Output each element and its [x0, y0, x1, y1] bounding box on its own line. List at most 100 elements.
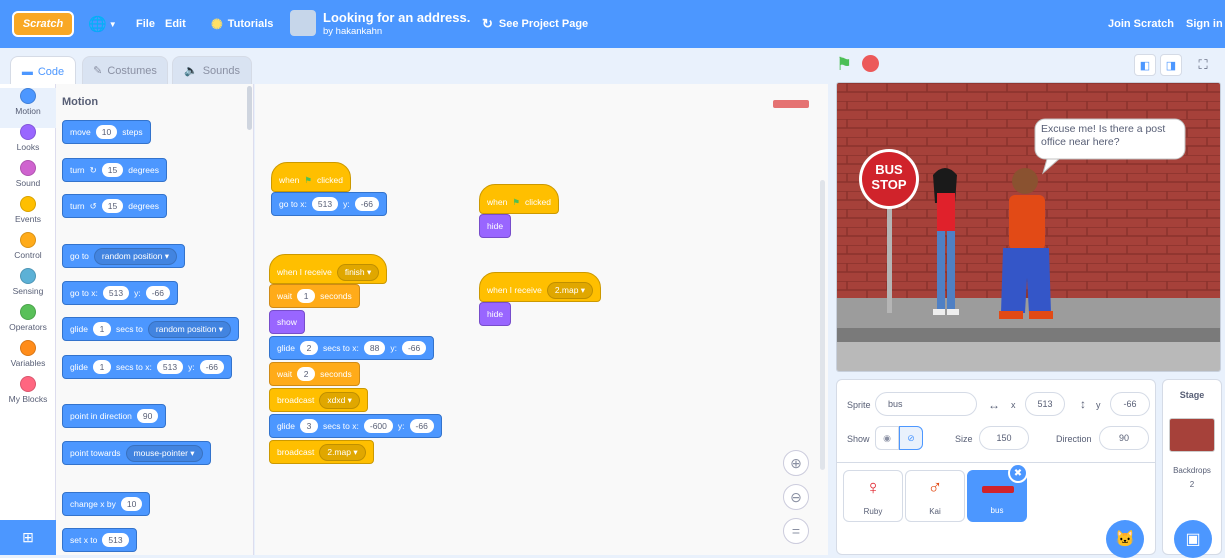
block-input[interactable]: 513: [102, 286, 130, 300]
palette-scrollbar[interactable]: [247, 86, 252, 130]
sprite-name-field[interactable]: bus: [875, 392, 977, 416]
block-point-towards[interactable]: point towards mouse-pointer ▾: [62, 441, 211, 465]
block-dropdown[interactable]: 2.map ▾: [319, 443, 366, 461]
sign-in-link[interactable]: Sign in: [1186, 0, 1223, 48]
choose-backdrop-button[interactable]: ▣: [1174, 520, 1212, 558]
block-input[interactable]: 15: [101, 163, 124, 177]
see-project-page-button[interactable]: ↻ See Project Page: [482, 0, 588, 48]
size-field[interactable]: 150: [979, 426, 1029, 450]
zoom-out-button[interactable]: ⊖: [783, 484, 809, 510]
block-glide-xy[interactable]: glide 2 secs to x: 88 y: -66: [269, 336, 435, 360]
green-flag-icon[interactable]: ⚑: [836, 54, 856, 74]
tutorials-menu[interactable]: ✺ Tutorials: [211, 0, 273, 48]
block-input[interactable]: 10: [120, 497, 143, 511]
block-dropdown[interactable]: 2.map ▾: [546, 281, 594, 299]
zoom-in-button[interactable]: ⊕: [783, 450, 809, 476]
scratch-logo[interactable]: Scratch: [12, 11, 74, 37]
block-wait[interactable]: wait 2 seconds: [269, 362, 360, 386]
block-dropdown[interactable]: finish ▾: [336, 263, 380, 281]
block-input[interactable]: 88: [363, 341, 386, 355]
add-extension-button[interactable]: ⊞: [0, 520, 56, 555]
category-control[interactable]: Control: [0, 232, 56, 272]
block-input[interactable]: 90: [136, 409, 159, 423]
block-wait[interactable]: wait 1 seconds: [269, 284, 360, 308]
block-point-in-direction[interactable]: point in direction 90: [62, 404, 167, 428]
category-motion[interactable]: Motion: [0, 88, 56, 128]
direction-field[interactable]: 90: [1099, 426, 1149, 450]
block-input[interactable]: 513: [102, 533, 129, 547]
fullscreen-button[interactable]: ⛶: [1192, 54, 1214, 76]
block-hide[interactable]: hide: [479, 214, 512, 238]
block-dropdown[interactable]: xdxd ▾: [319, 391, 360, 409]
show-hidden-button[interactable]: ⊘: [899, 426, 923, 450]
block-set-x[interactable]: set x to 513: [62, 528, 137, 552]
block-dropdown[interactable]: random position ▾: [147, 320, 232, 338]
stage-canvas[interactable]: BUS STOP Excuse me! Is there a post offi…: [836, 82, 1221, 372]
stop-icon[interactable]: [862, 55, 879, 72]
block-input[interactable]: -66: [354, 197, 379, 211]
tab-code[interactable]: ▬ Code: [10, 56, 76, 86]
zoom-reset-button[interactable]: =: [783, 518, 809, 544]
large-stage-button[interactable]: ◨: [1160, 54, 1182, 76]
x-field[interactable]: 513: [1025, 392, 1065, 416]
file-menu[interactable]: File: [136, 0, 155, 48]
script-area[interactable]: when ⚑ clicked go to x: 513 y: -66 when ⚑ click…: [255, 84, 828, 555]
tab-sounds[interactable]: 🔈 Sounds: [172, 56, 252, 84]
sprite-tile-kai[interactable]: ♂ Kai: [905, 470, 965, 522]
category-events[interactable]: Events: [0, 196, 56, 236]
block-when-flag-clicked[interactable]: when ⚑ clicked: [271, 162, 351, 192]
block-glide[interactable]: glide 1 secs to random position ▾: [62, 317, 240, 341]
block-input[interactable]: 3: [299, 419, 318, 433]
category-operators[interactable]: Operators: [0, 304, 56, 344]
show-visible-button[interactable]: ◉: [875, 426, 899, 450]
small-stage-button[interactable]: ◧: [1134, 54, 1156, 76]
join-scratch-link[interactable]: Join Scratch: [1108, 0, 1174, 48]
block-hide[interactable]: hide: [479, 302, 512, 326]
block-input[interactable]: -66: [145, 286, 170, 300]
category-sensing[interactable]: Sensing: [0, 268, 56, 308]
block-turn-left[interactable]: turn ↺ 15 degrees: [62, 194, 167, 218]
project-title[interactable]: Looking for an address.: [323, 10, 470, 25]
edit-menu[interactable]: Edit: [165, 0, 186, 48]
block-glide-xy[interactable]: glide 1 secs to x: 513 y: -66: [62, 355, 232, 379]
block-turn-right[interactable]: turn ↻ 15 degrees: [62, 158, 167, 182]
delete-sprite-button[interactable]: ✖: [1008, 463, 1028, 483]
block-input[interactable]: 1: [92, 360, 111, 374]
project-author[interactable]: by hakankahn: [323, 26, 382, 37]
block-move[interactable]: move 10 steps: [62, 120, 151, 144]
block-input[interactable]: 513: [311, 197, 339, 211]
block-input[interactable]: -66: [409, 419, 434, 433]
category-my-blocks[interactable]: My Blocks: [0, 376, 56, 416]
block-change-x[interactable]: change x by 10: [62, 492, 151, 516]
block-input[interactable]: 1: [92, 322, 111, 336]
tab-costumes[interactable]: ✎ Costumes: [82, 56, 168, 84]
block-input[interactable]: 15: [101, 199, 124, 213]
block-when-flag-clicked[interactable]: when ⚑ clicked: [479, 184, 559, 214]
category-sound[interactable]: Sound: [0, 160, 56, 200]
block-input[interactable]: 2: [299, 341, 318, 355]
choose-sprite-button[interactable]: 🐱: [1106, 520, 1144, 558]
block-input[interactable]: -600: [363, 419, 393, 433]
language-menu[interactable]: 🌐 ▼: [88, 0, 117, 48]
block-when-i-receive[interactable]: when I receive finish ▾: [269, 254, 388, 284]
block-input[interactable]: 2: [297, 367, 316, 381]
block-go-to[interactable]: go to random position ▾: [62, 244, 186, 268]
block-broadcast[interactable]: broadcast 2.map ▾: [269, 440, 374, 464]
block-input[interactable]: 513: [156, 360, 184, 374]
block-show[interactable]: show: [269, 310, 305, 334]
block-input[interactable]: 10: [95, 125, 118, 139]
block-glide-xy[interactable]: glide 3 secs to x: -600 y: -66: [269, 414, 442, 438]
category-looks[interactable]: Looks: [0, 124, 56, 164]
block-dropdown[interactable]: random position ▾: [93, 247, 178, 265]
script-scrollbar[interactable]: [820, 180, 825, 470]
block-input[interactable]: 1: [297, 289, 316, 303]
y-field[interactable]: -66: [1110, 392, 1150, 416]
block-input[interactable]: -66: [199, 360, 224, 374]
block-input[interactable]: -66: [401, 341, 427, 355]
block-dropdown[interactable]: mouse-pointer ▾: [125, 444, 203, 462]
block-go-to-xy[interactable]: go to x: 513 y: -66: [62, 281, 178, 305]
category-variables[interactable]: Variables: [0, 340, 56, 380]
block-broadcast[interactable]: broadcast xdxd ▾: [269, 388, 368, 412]
sprite-tile-ruby[interactable]: ♀ Ruby: [843, 470, 903, 522]
block-go-to-xy[interactable]: go to x: 513 y: -66: [271, 192, 387, 216]
